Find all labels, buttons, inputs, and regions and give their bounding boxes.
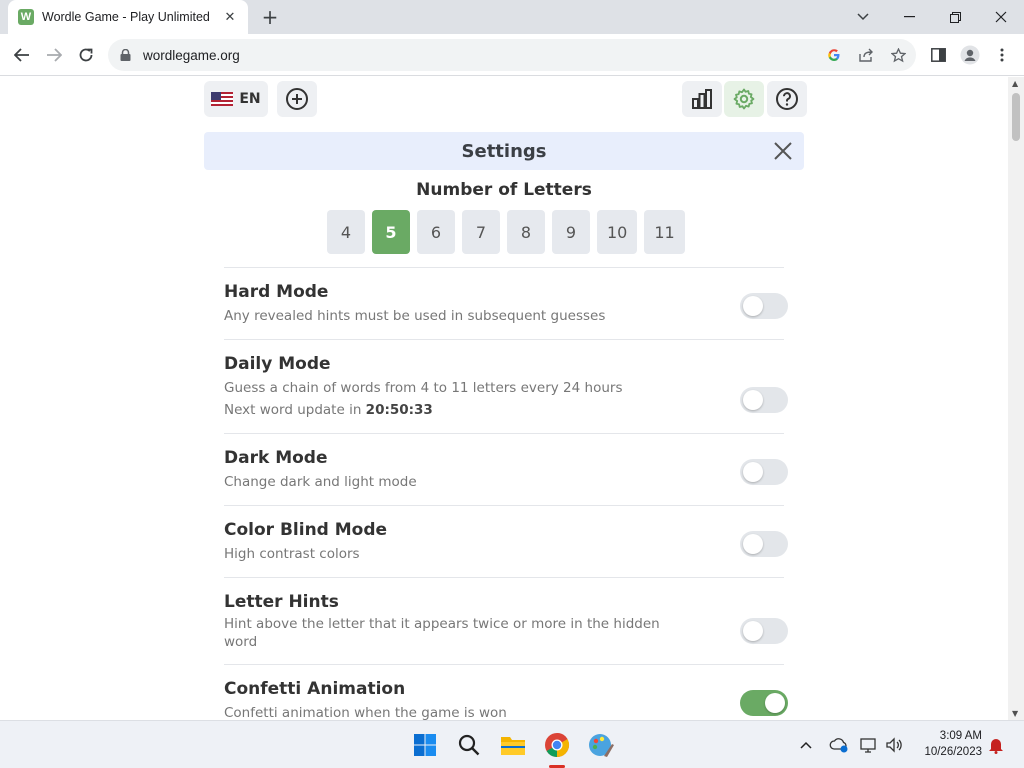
settings-button[interactable]: [724, 81, 764, 117]
setting-description: High contrast colors: [224, 546, 360, 562]
lock-icon: [120, 49, 131, 61]
page-content: EN Settings Number of Letters 4 5 6 7 8 9 10 11…: [0, 77, 1008, 720]
paint-app-icon[interactable]: [585, 729, 617, 761]
setting-title: Confetti Animation: [224, 679, 406, 699]
forward-button[interactable]: [40, 41, 68, 69]
setting-row-confetti-animation: Confetti Animation Confetti animation wh…: [224, 664, 788, 720]
countdown-label: Next word update in: [224, 402, 366, 418]
page-scrollbar[interactable]: ▲ ▼: [1008, 77, 1024, 720]
restore-button[interactable]: [932, 0, 978, 34]
hard-mode-toggle[interactable]: [740, 293, 788, 319]
setting-row-letter-hints: Letter Hints Hint above the letter that …: [224, 577, 788, 664]
search-icon[interactable]: [453, 729, 485, 761]
letter-hints-toggle[interactable]: [740, 618, 788, 644]
countdown-time: 20:50:33: [365, 402, 433, 418]
tab-title: Wordle Game - Play Unlimited: [42, 10, 210, 24]
letter-count-option-6[interactable]: 6: [417, 210, 455, 254]
scroll-up-arrow-icon[interactable]: ▲: [1012, 79, 1018, 88]
letters-heading: Number of Letters: [416, 180, 592, 200]
setting-description: Guess a chain of words from 4 to 11 lett…: [224, 380, 623, 396]
letter-count-option-9[interactable]: 9: [552, 210, 590, 254]
plus-circle-icon: [286, 88, 308, 110]
minimize-button[interactable]: [886, 0, 932, 34]
new-tab-button[interactable]: +: [258, 5, 282, 29]
setting-row-color-blind-mode: Color Blind Mode High contrast colors: [224, 505, 788, 577]
settings-header: Settings: [204, 132, 804, 170]
setting-description: Any revealed hints must be used in subse…: [224, 308, 606, 324]
clock-date: 10/26/2023: [924, 746, 982, 758]
setting-description: Confetti animation when the game is won: [224, 705, 507, 720]
bar-chart-icon: [692, 89, 712, 109]
us-flag-icon: [211, 92, 234, 106]
profile-avatar-icon[interactable]: [957, 42, 983, 68]
statistics-button[interactable]: [682, 81, 722, 117]
browser-menu-icon[interactable]: [989, 42, 1015, 68]
setting-title: Daily Mode: [224, 354, 331, 374]
google-icon[interactable]: [824, 45, 844, 65]
letter-count-option-8[interactable]: 8: [507, 210, 545, 254]
daily-mode-toggle[interactable]: [740, 387, 788, 413]
tab-strip: W Wordle Game - Play Unlimited ✕ +: [0, 0, 1024, 34]
close-settings-icon[interactable]: [772, 140, 794, 162]
next-word-countdown: Next word update in 20:50:33: [224, 401, 694, 419]
new-game-button[interactable]: [277, 81, 317, 117]
url-text: wordlegame.org: [143, 47, 240, 63]
letter-count-option-11[interactable]: 11: [644, 210, 685, 254]
setting-title: Letter Hints: [224, 592, 339, 612]
tab-search-icon[interactable]: [840, 0, 886, 34]
setting-title: Dark Mode: [224, 448, 328, 468]
question-circle-icon: [776, 88, 798, 110]
network-icon[interactable]: [858, 733, 880, 757]
language-code: EN: [239, 91, 261, 107]
letter-count-option-7[interactable]: 7: [462, 210, 500, 254]
volume-icon[interactable]: [884, 733, 906, 757]
letter-count-option-5[interactable]: 5: [372, 210, 410, 254]
setting-title: Hard Mode: [224, 282, 329, 302]
help-button[interactable]: [767, 81, 807, 117]
letter-count-selector: 4 5 6 7 8 9 10 11: [327, 210, 685, 254]
onedrive-cloud-icon[interactable]: [828, 733, 850, 757]
bookmark-star-icon[interactable]: [888, 45, 908, 65]
close-window-button[interactable]: [978, 0, 1024, 34]
taskbar-clock[interactable]: 3:09 AM 10/26/2023: [924, 728, 982, 760]
back-button[interactable]: [8, 41, 36, 69]
browser-tab[interactable]: W Wordle Game - Play Unlimited ✕: [8, 0, 248, 34]
scroll-down-arrow-icon[interactable]: ▼: [1012, 709, 1018, 718]
gear-icon: [733, 88, 755, 110]
setting-row-dark-mode: Dark Mode Change dark and light mode: [224, 433, 788, 505]
setting-title: Color Blind Mode: [224, 520, 388, 540]
share-icon[interactable]: [856, 45, 876, 65]
setting-row-hard-mode: Hard Mode Any revealed hints must be use…: [224, 267, 788, 339]
language-button[interactable]: EN: [204, 81, 268, 117]
clock-time: 3:09 AM: [939, 730, 982, 742]
address-bar[interactable]: wordlegame.org: [108, 39, 916, 71]
wordle-favicon-icon: W: [18, 9, 34, 25]
confetti-animation-toggle[interactable]: [740, 690, 788, 716]
settings-title: Settings: [461, 140, 547, 162]
color-blind-mode-toggle[interactable]: [740, 531, 788, 557]
windows-taskbar: 3:09 AM 10/26/2023: [0, 720, 1024, 768]
browser-toolbar: wordlegame.org: [0, 34, 1024, 76]
setting-row-daily-mode: Daily Mode Guess a chain of words from 4…: [224, 339, 788, 433]
file-explorer-icon[interactable]: [497, 729, 529, 761]
windows-start-icon[interactable]: [409, 729, 441, 761]
dark-mode-toggle[interactable]: [740, 459, 788, 485]
scrollbar-thumb[interactable]: [1012, 93, 1020, 141]
side-panel-icon[interactable]: [925, 42, 951, 68]
notification-bell-icon[interactable]: [986, 733, 1006, 757]
setting-description: Change dark and light mode: [224, 474, 417, 490]
letter-count-option-4[interactable]: 4: [327, 210, 365, 254]
chrome-icon[interactable]: [541, 729, 573, 761]
reload-button[interactable]: [72, 41, 100, 69]
setting-description: Hint above the letter that it appears tw…: [224, 616, 660, 650]
tab-close-icon[interactable]: ✕: [222, 10, 238, 25]
letter-count-option-10[interactable]: 10: [597, 210, 638, 254]
show-hidden-icons-chevron-icon[interactable]: [796, 733, 816, 757]
